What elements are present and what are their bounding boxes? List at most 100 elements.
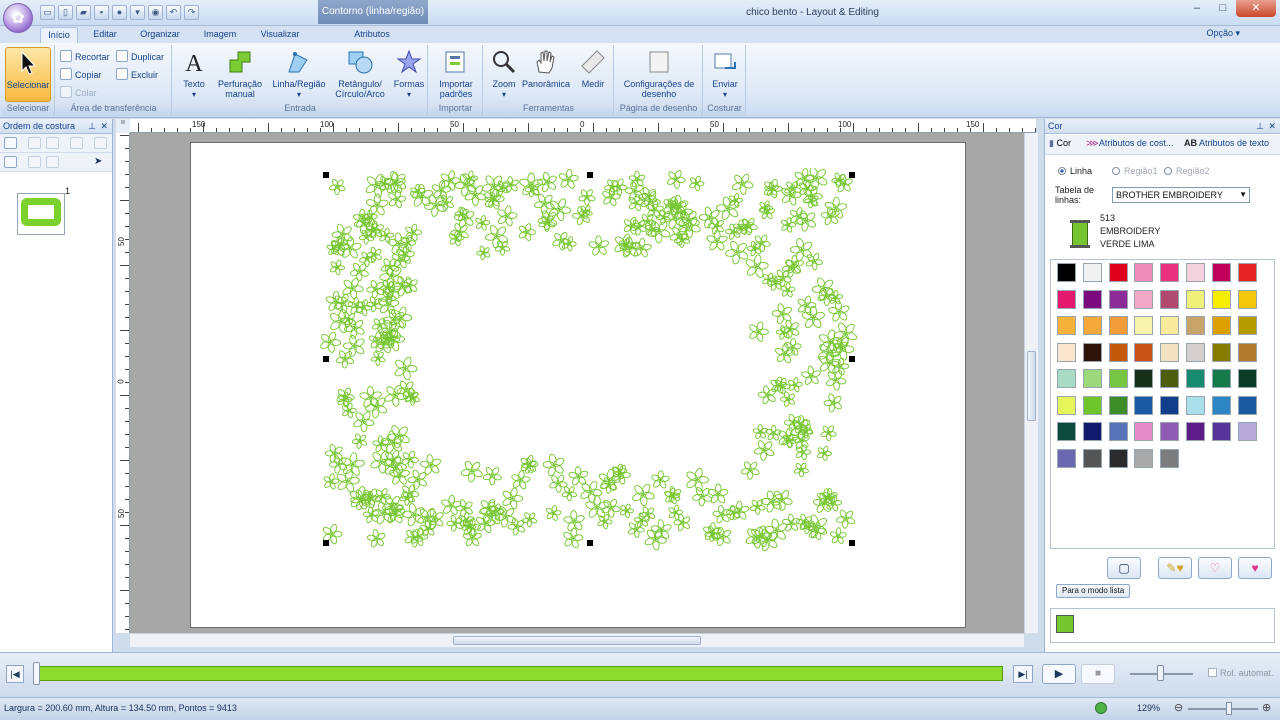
color-swatch[interactable] [1211,395,1231,415]
color-swatch[interactable] [1237,422,1257,441]
color-swatch[interactable] [1134,422,1154,441]
color-swatch[interactable] [1134,342,1154,362]
tab-atributos-texto[interactable]: AB Atributos de texto [1184,138,1269,148]
color-swatch[interactable] [1082,395,1102,415]
radio-regiao2[interactable]: Região2 [1164,166,1210,176]
color-swatch[interactable] [1211,369,1231,388]
color-swatch[interactable] [1237,263,1257,282]
jump-end-button[interactable]: ▶| [1013,665,1033,683]
apply-color-button[interactable]: ✎♥ [1158,557,1192,579]
play-button[interactable]: ▶ [1042,664,1076,684]
close-button[interactable]: ✕ [1236,0,1276,17]
color-swatch[interactable] [1057,316,1076,335]
move-up-icon[interactable] [28,137,41,149]
color-swatch[interactable] [1057,289,1076,309]
split-icon[interactable] [4,156,17,168]
jump-start-button[interactable]: |◀ [6,665,24,683]
simulator-progress-handle[interactable] [33,662,40,685]
color-swatch[interactable] [1134,395,1154,415]
color-swatch[interactable] [1237,342,1257,362]
color-swatch[interactable] [1082,448,1102,468]
used-color-swatch[interactable] [1056,615,1074,633]
tab-atributos[interactable]: Atributos [344,27,400,43]
color-swatch[interactable] [1211,422,1231,441]
zoom-out-button[interactable]: ⊖ [1174,701,1183,714]
color-swatch[interactable] [1186,316,1205,335]
pin-icon[interactable]: ⊥ [88,119,96,134]
color-swatch[interactable] [1160,263,1180,282]
minimize-button[interactable]: – [1184,0,1210,17]
color-swatch[interactable] [1160,289,1180,309]
color-swatch[interactable] [1237,289,1257,309]
color-swatch[interactable] [1211,342,1231,362]
lock-icon[interactable] [70,137,83,149]
selection-handle[interactable] [849,356,855,362]
tab-visualizar[interactable]: Visualizar [254,27,306,43]
cut-button[interactable]: Recortar [60,49,110,65]
color-swatch[interactable] [1057,448,1076,468]
merge-icon[interactable] [28,156,41,168]
speed-slider-knob[interactable] [1157,665,1164,681]
color-swatch[interactable] [1108,342,1128,362]
tab-inicio[interactable]: Início [40,27,78,43]
color-swatch[interactable] [1211,316,1231,335]
radio-regiao1[interactable]: Região1 [1112,166,1158,176]
color-swatch[interactable] [1108,448,1128,468]
selection-handle[interactable] [587,172,593,178]
list-mode-button[interactable]: Para o modo lista [1056,584,1131,598]
color-swatch[interactable] [1186,342,1205,362]
tab-cor[interactable]: ▮ Cor [1049,138,1071,149]
color-swatch[interactable] [1108,369,1128,388]
vertical-scrollbar[interactable] [1024,133,1038,633]
tab-editar[interactable]: Editar [84,27,126,43]
color-swatch[interactable] [1211,289,1231,309]
stop-button[interactable]: ■ [1081,664,1115,684]
paste-button[interactable]: Colar [60,85,97,101]
selection-handle[interactable] [587,540,593,546]
horizontal-scroll-thumb[interactable] [453,636,701,645]
maximize-button[interactable]: □ [1210,0,1236,17]
color-swatch[interactable] [1108,263,1128,282]
group-icon[interactable] [94,137,107,149]
color-swatch[interactable] [1057,342,1076,362]
shapes-button[interactable]: Formas ▾ [391,47,427,102]
tab-organizar[interactable]: Organizar [134,27,186,43]
color-swatch[interactable] [1211,263,1231,282]
sewing-order-thumbnail[interactable] [17,193,65,235]
color-swatch[interactable] [1160,395,1180,415]
rect-circle-arc-button[interactable]: Retângulo/ Círculo/Arco [331,47,389,102]
cursor-small-icon[interactable]: ➤ [94,156,107,168]
color-swatch[interactable] [1057,395,1076,415]
zoom-slider-knob[interactable] [1226,702,1232,715]
color-swatch[interactable] [1134,289,1154,309]
color-swatch[interactable] [1160,422,1180,441]
zoom-in-button[interactable]: ⊕ [1262,701,1271,714]
zoom-button[interactable]: Zoom ▾ [486,47,522,102]
zoom-slider-track[interactable] [1188,708,1258,710]
color-swatch[interactable] [1160,316,1180,335]
color-swatch[interactable] [1082,369,1102,388]
color-swatch[interactable] [1108,289,1128,309]
color-swatch[interactable] [1057,422,1076,441]
close-panel-icon[interactable]: ✕ [100,119,108,134]
send-button[interactable]: Enviar ▾ [706,47,744,102]
thread-table-select[interactable]: BROTHER EMBROIDERY ▼ [1112,187,1250,203]
color-swatch[interactable] [1186,395,1205,415]
design-settings-button[interactable]: Configurações de desenho [621,47,697,102]
color-swatch[interactable] [1134,316,1154,335]
selection-handle[interactable] [323,356,329,362]
embroidery-floral-frame[interactable] [320,168,860,552]
import-patterns-button[interactable]: Importar padrões [432,47,480,102]
color-swatch[interactable] [1134,448,1154,468]
color-swatch[interactable] [1160,448,1180,468]
select-button[interactable]: Selecionar [5,47,51,102]
color-swatch[interactable] [1082,316,1102,335]
frame-color-button[interactable]: ▢ [1107,557,1141,579]
text-button[interactable]: A Texto ▾ [175,47,213,102]
selection-handle[interactable] [323,172,329,178]
color-swatch[interactable] [1186,422,1205,441]
auto-scroll-checkbox[interactable]: Rol. automat. [1208,668,1274,678]
color-swatch[interactable] [1186,369,1205,388]
color-swatch[interactable] [1160,342,1180,362]
copy-button[interactable]: Copiar [60,67,102,83]
